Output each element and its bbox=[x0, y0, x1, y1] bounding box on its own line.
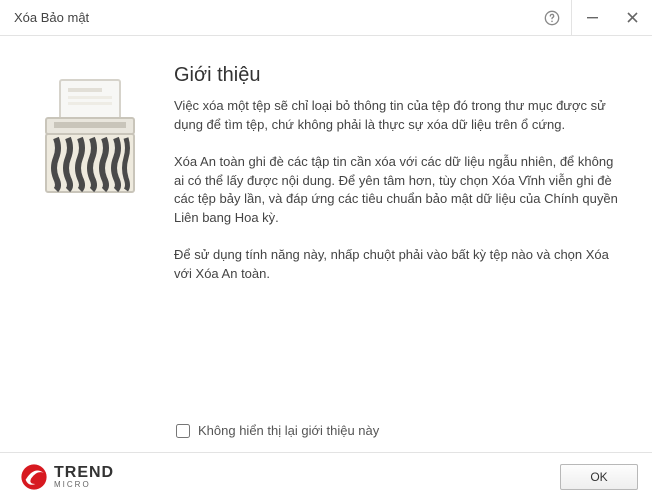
footer: TREND MICRO OK bbox=[0, 452, 652, 500]
minimize-button[interactable] bbox=[572, 0, 612, 35]
intro-paragraph-3: Để sử dụng tính năng này, nhấp chuột phả… bbox=[174, 246, 622, 284]
close-icon bbox=[627, 12, 638, 23]
close-button[interactable] bbox=[612, 0, 652, 35]
shredder-icon bbox=[40, 78, 140, 198]
brand-line2: MICRO bbox=[54, 481, 114, 489]
dont-show-again-row[interactable]: Không hiển thị lại giới thiệu này bbox=[176, 423, 379, 438]
help-button[interactable] bbox=[532, 0, 572, 35]
titlebar: Xóa Bảo mật bbox=[0, 0, 652, 36]
window-title: Xóa Bảo mật bbox=[14, 10, 532, 25]
text-column: Giới thiệu Việc xóa một tệp sẽ chỉ loại … bbox=[160, 64, 622, 302]
content-area: Giới thiệu Việc xóa một tệp sẽ chỉ loại … bbox=[0, 36, 652, 302]
titlebar-controls bbox=[532, 0, 652, 35]
intro-paragraph-1: Việc xóa một tệp sẽ chỉ loại bỏ thông ti… bbox=[174, 97, 622, 135]
brand-line1: TREND bbox=[54, 465, 114, 481]
dont-show-again-label: Không hiển thị lại giới thiệu này bbox=[198, 423, 379, 438]
minimize-icon bbox=[587, 12, 598, 23]
help-icon bbox=[544, 10, 560, 26]
ok-button[interactable]: OK bbox=[560, 464, 638, 490]
illustration-column bbox=[40, 64, 160, 302]
trend-micro-icon bbox=[20, 463, 48, 491]
brand-text: TREND MICRO bbox=[54, 465, 114, 489]
intro-heading: Giới thiệu bbox=[174, 64, 622, 87]
dont-show-again-checkbox[interactable] bbox=[176, 424, 190, 438]
brand-logo: TREND MICRO bbox=[20, 463, 114, 491]
intro-paragraph-2: Xóa An toàn ghi đè các tập tin cần xóa v… bbox=[174, 153, 622, 228]
